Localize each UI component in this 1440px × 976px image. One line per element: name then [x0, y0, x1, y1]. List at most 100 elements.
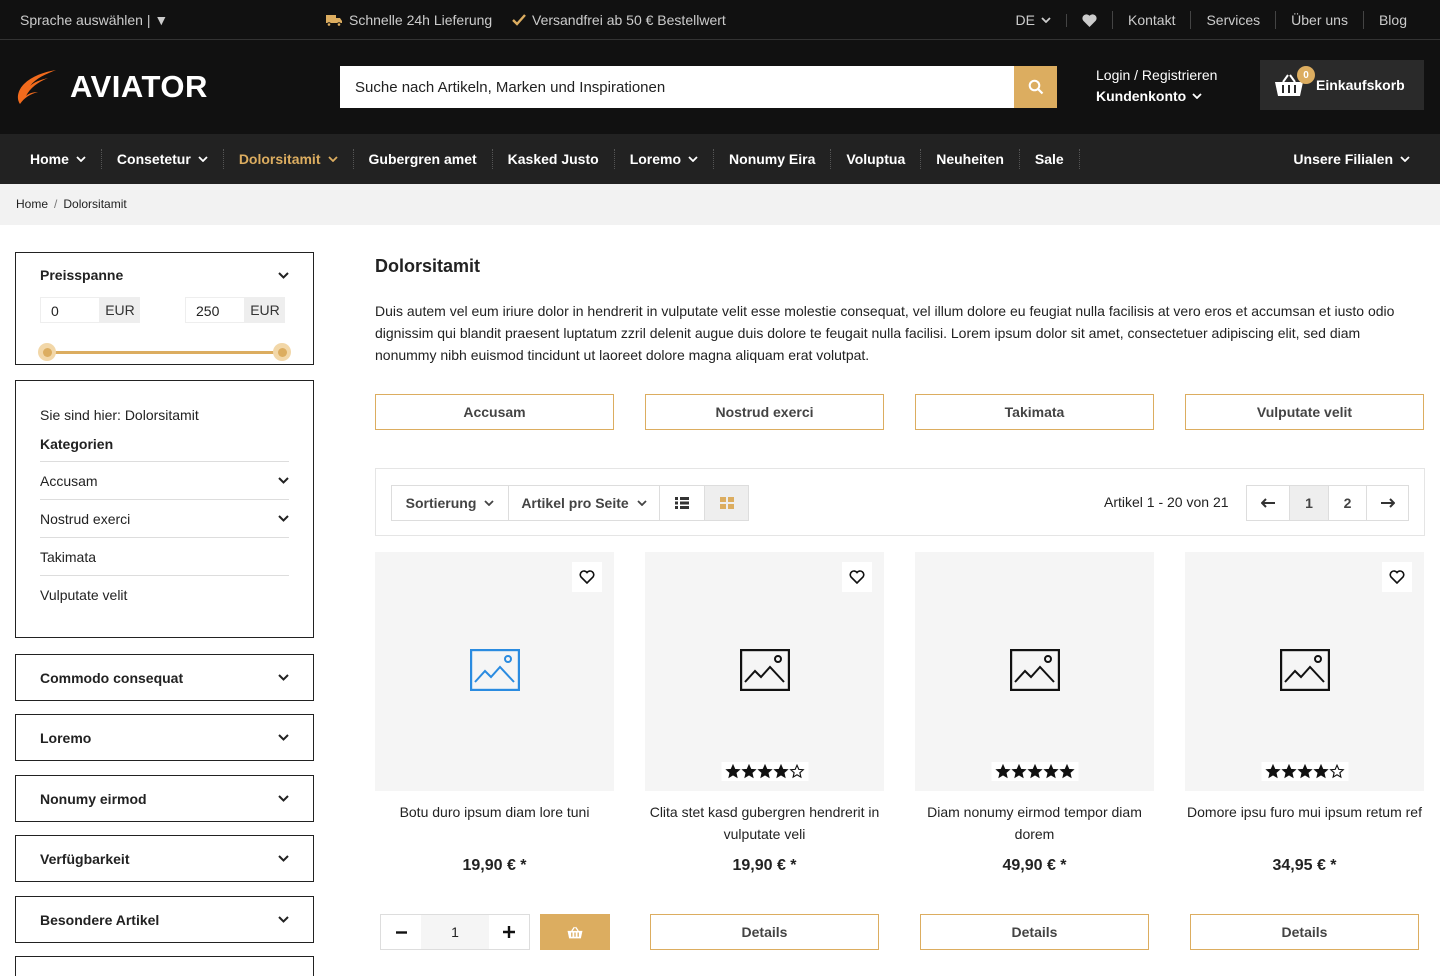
filter-nonumy-eirmod[interactable]: Nonumy eirmod [15, 775, 314, 822]
search-icon [1028, 79, 1043, 95]
subcategory-accusam[interactable]: Accusam [375, 394, 614, 430]
grid-view-button[interactable] [704, 485, 749, 521]
product-card[interactable]: Clita stet kasd gubergren hendrerit in v… [645, 552, 884, 874]
nav-item-dolorsitamit[interactable]: Dolorsitamit [224, 149, 354, 169]
rating-stars [1261, 762, 1348, 781]
wishlist-button[interactable] [842, 562, 872, 592]
price-min-field[interactable]: 0 EUR [40, 297, 140, 323]
slider-handle-min[interactable] [38, 343, 56, 361]
product-name[interactable]: Botu duro ipsum diam lore tuni [375, 801, 614, 845]
page-2-button[interactable]: 2 [1328, 485, 1367, 521]
quantity-increase-button[interactable] [489, 915, 529, 949]
cart-label: Einkaufskorb [1316, 77, 1405, 93]
search-button[interactable] [1014, 66, 1057, 108]
product-card[interactable]: Domore ipsu furo mui ipsum retum ref 34,… [1185, 552, 1424, 874]
star-filled-icon [1313, 764, 1328, 779]
details-button[interactable]: Details [1190, 914, 1419, 950]
logo[interactable]: AVIATOR [14, 68, 208, 106]
account-menu[interactable]: Login / Registrieren Kundenkonto [1096, 67, 1217, 104]
subcategory-takimata[interactable]: Takimata [915, 394, 1154, 430]
next-page-button[interactable] [1366, 485, 1409, 521]
nav-item-neuheiten[interactable]: Neuheiten [921, 149, 1020, 169]
category-item-takimata[interactable]: Takimata [40, 537, 289, 575]
price-max-value[interactable]: 250 [185, 297, 245, 323]
details-button[interactable]: Details [920, 914, 1149, 950]
product-name[interactable]: Diam nonumy eirmod tempor diam dorem [915, 801, 1154, 845]
minus-icon [395, 930, 407, 934]
filter-next[interactable] [15, 956, 314, 976]
sort-dropdown[interactable]: Sortierung [391, 485, 509, 521]
language-dropdown[interactable]: DE [1001, 11, 1066, 29]
price-range-slider[interactable] [38, 341, 291, 363]
product-image[interactable] [645, 552, 884, 791]
basket-icon [567, 926, 583, 938]
page-1-button[interactable]: 1 [1289, 485, 1329, 521]
nav-item-consetetur[interactable]: Consetetur [102, 149, 224, 169]
check-icon [512, 14, 526, 26]
rating-stars [991, 762, 1078, 781]
nav-item-voluptua[interactable]: Voluptua [831, 149, 922, 169]
wishlist-button[interactable] [1382, 562, 1412, 592]
price-min-value[interactable]: 0 [40, 297, 100, 323]
star-filled-icon [1043, 764, 1058, 779]
services-link[interactable]: Services [1190, 11, 1275, 29]
price-max-field[interactable]: 250 EUR [185, 297, 285, 323]
star-filled-icon [757, 764, 772, 779]
subcategory-vulputate-velit[interactable]: Vulputate velit [1185, 394, 1424, 430]
details-button[interactable]: Details [650, 914, 879, 950]
product-name[interactable]: Clita stet kasd gubergren hendrerit in v… [645, 801, 884, 845]
list-view-button[interactable] [659, 485, 705, 521]
prev-page-button[interactable] [1246, 485, 1290, 521]
nav-item-kasked-justo[interactable]: Kasked Justo [493, 149, 615, 169]
price-filter-toggle[interactable]: Preisspanne [40, 267, 289, 283]
nav-item-home[interactable]: Home [15, 149, 102, 169]
filter-verfuegbarkeit[interactable]: Verfügbarkeit [15, 835, 314, 882]
product-image[interactable] [1185, 552, 1424, 791]
chevron-down-icon [484, 500, 495, 506]
per-page-dropdown[interactable]: Artikel pro Seite [508, 485, 660, 521]
quantity-decrease-button[interactable] [381, 915, 421, 949]
quantity-input[interactable]: 1 [421, 915, 489, 949]
add-to-cart-button[interactable] [540, 914, 610, 950]
filter-label: Nonumy eirmod [40, 790, 147, 807]
product-name[interactable]: Domore ipsu furo mui ipsum retum ref [1185, 801, 1424, 845]
arrow-right-icon [1380, 498, 1395, 508]
nav-item-sale[interactable]: Sale [1020, 149, 1080, 169]
chevron-down-icon [1400, 156, 1410, 162]
about-link[interactable]: Über uns [1275, 11, 1363, 29]
filter-besondere-artikel[interactable]: Besondere Artikel [15, 896, 314, 943]
customer-account-dropdown[interactable]: Kundenkonto [1096, 88, 1217, 104]
language-code: DE [1015, 12, 1035, 28]
category-item-vulputate-velit[interactable]: Vulputate velit [40, 575, 289, 613]
login-link[interactable]: Login / Registrieren [1096, 67, 1217, 83]
contact-link[interactable]: Kontakt [1111, 11, 1190, 29]
nav-item-loremo[interactable]: Loremo [615, 149, 715, 169]
cart-count-badge: 0 [1297, 66, 1315, 84]
product-image[interactable] [375, 552, 614, 791]
nav-item-nonumy-eira[interactable]: Nonumy Eira [714, 149, 832, 169]
star-filled-icon [995, 764, 1010, 779]
filter-loremo[interactable]: Loremo [15, 714, 314, 761]
subcategory-nostrud-exerci[interactable]: Nostrud exerci [645, 394, 884, 430]
filter-commodo-consequat[interactable]: Commodo consequat [15, 654, 314, 701]
wishlist-link[interactable] [1065, 13, 1112, 27]
cart-button[interactable]: 0 Einkaufskorb [1260, 60, 1424, 110]
plus-icon [503, 926, 515, 938]
wishlist-button[interactable] [572, 562, 602, 592]
blog-link[interactable]: Blog [1362, 11, 1422, 29]
product-card[interactable]: Diam nonumy eirmod tempor diam dorem 49,… [915, 552, 1154, 874]
search-input[interactable] [340, 66, 1014, 108]
chevron-down-icon [688, 156, 698, 162]
category-item-nostrud-exerci[interactable]: Nostrud exerci [40, 499, 289, 537]
category-item-accusam[interactable]: Accusam [40, 461, 289, 499]
top-bar: Sprache auswählen | ▼ Schnelle 24h Liefe… [0, 0, 1440, 40]
language-selector[interactable]: Sprache auswählen | ▼ [20, 12, 168, 28]
nav-item-unsere-filialen[interactable]: Unsere Filialen [1278, 149, 1425, 169]
nav-item-gubergren-amet[interactable]: Gubergren amet [354, 149, 493, 169]
product-image[interactable] [915, 552, 1154, 791]
rating-stars [721, 762, 808, 781]
breadcrumb-home[interactable]: Home [16, 197, 48, 211]
product-card[interactable]: Botu duro ipsum diam lore tuni 19,90 € * [375, 552, 614, 874]
quantity-stepper: 1 [380, 914, 530, 950]
slider-handle-max[interactable] [273, 343, 291, 361]
